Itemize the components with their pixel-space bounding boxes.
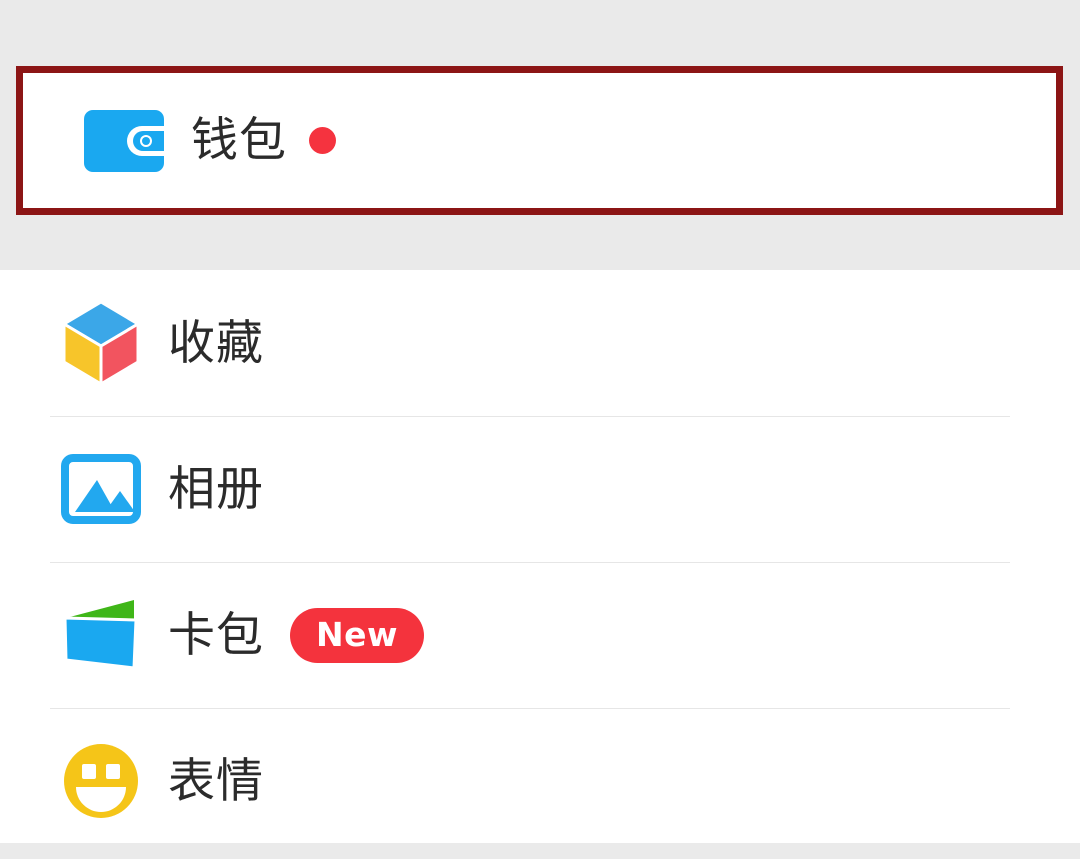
menu-item-album[interactable]: 相册 xyxy=(0,416,1080,562)
bottom-gray-spacer xyxy=(0,843,1080,859)
notification-dot-badge xyxy=(309,127,336,154)
smiley-emoji-icon xyxy=(34,742,168,820)
menu-item-label: 收藏 xyxy=(168,315,264,371)
menu-item-favorites[interactable]: 收藏 xyxy=(0,270,1080,416)
highlight-annotation-box: 钱包 xyxy=(16,66,1063,215)
menu-item-label: 钱包 xyxy=(191,113,287,168)
menu-item-card-package[interactable]: 卡包 New xyxy=(0,562,1080,708)
menu-item-label: 相册 xyxy=(168,461,264,517)
cube-favorites-icon xyxy=(34,299,168,387)
menu-item-wallet[interactable]: 钱包 xyxy=(23,73,1056,208)
new-badge: New xyxy=(290,607,424,663)
menu-item-label: 卡包 xyxy=(168,607,264,663)
photo-album-icon xyxy=(34,454,168,524)
card-package-icon xyxy=(34,598,168,672)
top-gray-spacer xyxy=(0,0,1080,67)
menu-item-emoji[interactable]: 表情 xyxy=(0,708,1080,854)
menu-item-label: 表情 xyxy=(168,753,264,809)
wallet-icon xyxy=(57,109,191,172)
app-screen: 钱包 收藏 相册 卡包 New 表情 xyxy=(0,0,1080,859)
menu-list: 收藏 相册 卡包 New 表情 xyxy=(0,270,1080,843)
section-gap xyxy=(0,215,1080,270)
